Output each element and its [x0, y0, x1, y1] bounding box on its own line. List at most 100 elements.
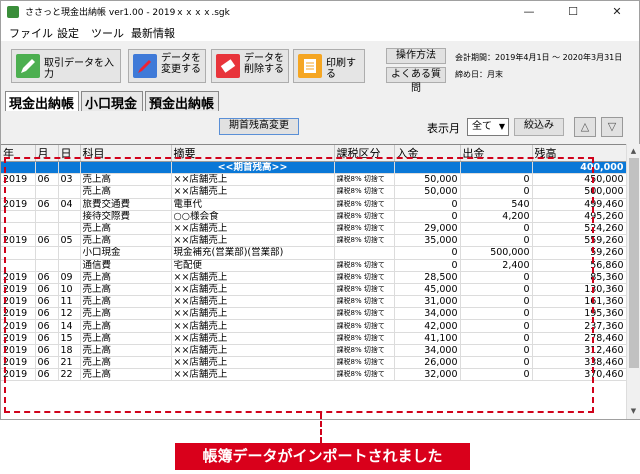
vertical-scrollbar[interactable]: ▲ ▼ — [626, 144, 640, 419]
table-cell: 559,260 — [532, 234, 626, 248]
table-row[interactable]: 売上高 ××店舗売上 課税8% 切捨て 50,000 0 500,000 — [1, 185, 626, 199]
table-cell: 0 — [460, 319, 533, 333]
table-cell: 06 — [35, 173, 59, 187]
column-header[interactable]: 課税区分 — [334, 145, 395, 162]
table-cell: 2019 — [1, 234, 36, 248]
column-header[interactable]: 出金 — [460, 145, 533, 162]
change-opening-balance-button[interactable]: 期首残高変更 — [219, 118, 299, 135]
table-cell: 課税8% 切捨て — [334, 307, 395, 321]
table-row[interactable]: <<期首残高>> 400,000 — [1, 161, 626, 175]
table-row[interactable]: 2019 06 18 売上高 ××店舗売上 課税8% 切捨て 34,000 0 312,460 — [1, 344, 626, 358]
table-cell: 21 — [58, 356, 81, 370]
column-header[interactable]: 残高 — [532, 145, 626, 162]
tab-deposit-book[interactable]: 預金出納帳 — [145, 91, 219, 112]
table-cell — [35, 185, 59, 199]
table-row[interactable]: 2019 06 03 売上高 ××店舗売上 課税8% 切捨て 50,000 0 450,000 — [1, 173, 626, 187]
filter-button[interactable]: 絞込み — [514, 118, 564, 136]
edit-data-button[interactable]: データを 変更する — [128, 49, 206, 83]
window-title: ささっと現金出納帳 ver1.00 - 2019ｘｘｘｘ.sgk — [25, 8, 230, 18]
table-row[interactable]: 2019 06 21 売上高 ××店舗売上 課税8% 切捨て 26,000 0 338,460 — [1, 356, 626, 370]
table-row[interactable]: 2019 06 14 売上高 ××店舗売上 課税8% 切捨て 42,000 0 237,360 — [1, 319, 626, 333]
table-cell: ××店舗売上 — [171, 271, 335, 284]
table-row[interactable]: 2019 06 04 旅費交通費 電車代 課税8% 切捨て 0 540 499,460 — [1, 198, 626, 211]
table-cell — [1, 161, 36, 175]
table-cell: <<期首残高>> — [171, 161, 335, 175]
menu-tools[interactable]: ツール — [91, 25, 124, 41]
table-row[interactable]: 2019 06 15 売上高 ××店舗売上 課税8% 切捨て 41,100 0 278,460 — [1, 332, 626, 345]
menu-news[interactable]: 最新情報 — [131, 25, 175, 41]
table-row[interactable]: 2019 06 11 売上高 ××店舗売上 課税8% 切捨て 31,000 0 161,360 — [1, 295, 626, 309]
table-cell: 0 — [460, 271, 533, 284]
column-header[interactable]: 月 — [35, 145, 59, 162]
table-cell: 売上高 — [80, 234, 172, 248]
column-header[interactable]: 年 — [1, 145, 36, 162]
month-select[interactable]: 全て ▼ — [467, 118, 509, 136]
column-header[interactable]: 科目 — [80, 145, 172, 162]
cash-book-grid[interactable]: 年月日科目 摘要 課税区分 入金 出金 残高 <<期首残高>> 400,000 2019 06 0… — [1, 144, 626, 419]
table-cell: 2019 — [1, 368, 36, 382]
table-cell: ××店舗売上 — [171, 234, 335, 248]
table-cell: 28,500 — [394, 271, 461, 284]
table-cell: 499,460 — [532, 198, 626, 211]
table-row[interactable]: 売上高 ××店舗売上 課税8% 切捨て 29,000 0 524,260 — [1, 222, 626, 236]
scroll-down-arrow-icon[interactable]: ▼ — [627, 404, 640, 418]
table-cell: 2019 — [1, 295, 36, 309]
table-row[interactable]: 2019 06 22 売上高 ××店舗売上 課税8% 切捨て 32,000 0 370,460 — [1, 368, 626, 382]
printer-icon — [298, 54, 322, 78]
tab-cash-book[interactable]: 現金出納帳 — [5, 91, 79, 112]
table-cell: 18 — [58, 344, 81, 358]
table-cell: 課税8% 切捨て — [334, 344, 395, 358]
table-cell: 12 — [58, 307, 81, 321]
howto-button[interactable]: 操作方法 — [386, 48, 446, 64]
table-cell: 課税8% 切捨て — [334, 332, 395, 345]
table-cell: ××店舗売上 — [171, 356, 335, 370]
table-row[interactable]: 接待交際費 ○○様会食 課税8% 切捨て 0 4,200 495,260 — [1, 210, 626, 223]
table-cell: ××店舗売上 — [171, 173, 335, 187]
menu-settings[interactable]: 設定 — [57, 25, 79, 41]
pen-icon — [133, 54, 157, 78]
minimize-button[interactable]: — — [507, 1, 551, 23]
table-cell: 06 — [35, 198, 59, 211]
table-cell: 接待交際費 — [80, 210, 172, 223]
table-cell: 売上高 — [80, 222, 172, 236]
tab-petty-cash[interactable]: 小口現金 — [81, 91, 143, 112]
scroll-thumb[interactable] — [629, 158, 639, 368]
table-row[interactable]: 2019 06 05 売上高 ××店舗売上 課税8% 切捨て 35,000 0 559,260 — [1, 234, 626, 248]
table-cell: 課税8% 切捨て — [334, 234, 395, 248]
table-cell: 10 — [58, 283, 81, 297]
display-month-label: 表示月 — [427, 122, 460, 135]
column-header[interactable]: 日 — [58, 145, 81, 162]
table-cell — [35, 210, 59, 223]
table-cell: 05 — [58, 234, 81, 248]
table-row[interactable]: 2019 06 12 売上高 ××店舗売上 課税8% 切捨て 34,000 0 195,360 — [1, 307, 626, 321]
column-header[interactable]: 入金 — [394, 145, 461, 162]
table-cell: 0 — [460, 344, 533, 358]
scroll-up-arrow-icon[interactable]: ▲ — [627, 144, 640, 158]
table-cell: 338,460 — [532, 356, 626, 370]
maximize-button[interactable]: ☐ — [551, 1, 595, 23]
close-button[interactable]: ✕ — [595, 1, 639, 23]
table-cell: 50,000 — [394, 173, 461, 187]
closing-day: 締め日：月末 — [455, 70, 503, 79]
table-cell: 35,000 — [394, 234, 461, 248]
scroll-down-button[interactable]: ▽ — [601, 117, 623, 137]
delete-data-button[interactable]: データを 削除する — [211, 49, 289, 83]
menu-file[interactable]: ファイル — [9, 25, 53, 41]
table-row[interactable]: 通信費 宅配便 課税8% 切捨て 0 2,400 56,860 — [1, 259, 626, 272]
table-cell: ××店舗売上 — [171, 185, 335, 199]
delete-data-label: データを 削除する — [244, 53, 284, 75]
input-transaction-button[interactable]: 取引データを入力 — [11, 49, 121, 83]
table-row[interactable]: 2019 06 09 売上高 ××店舗売上 課税8% 切捨て 28,500 0 85,360 — [1, 271, 626, 284]
table-cell: 売上高 — [80, 319, 172, 333]
table-row[interactable]: 小口現金 現金補充(営業部)(営業部) 0 500,000 59,260 — [1, 246, 626, 260]
scroll-up-button[interactable]: △ — [574, 117, 596, 137]
faq-button[interactable]: よくある質問 — [386, 67, 446, 94]
table-cell: ××店舗売上 — [171, 332, 335, 345]
table-cell — [58, 185, 81, 199]
table-cell: 11 — [58, 295, 81, 309]
print-button[interactable]: 印刷する — [293, 49, 365, 83]
table-cell: 15 — [58, 332, 81, 345]
table-cell: 2019 — [1, 319, 36, 333]
table-row[interactable]: 2019 06 10 売上高 ××店舗売上 課税8% 切捨て 45,000 0 130,360 — [1, 283, 626, 297]
column-header[interactable]: 摘要 — [171, 145, 335, 162]
